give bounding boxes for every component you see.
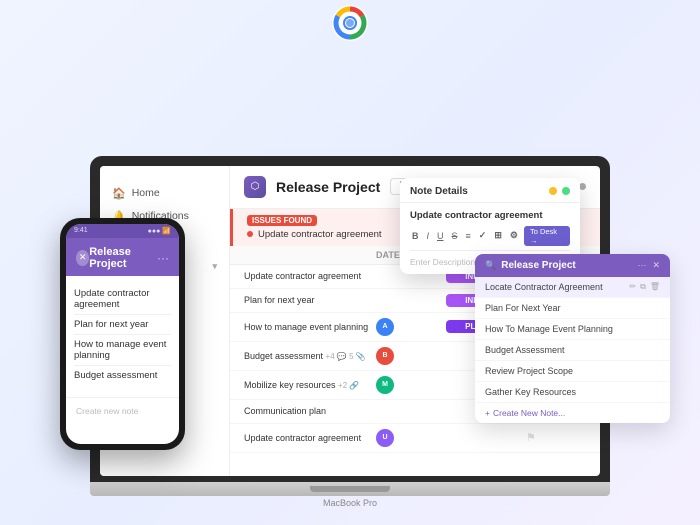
laptop-notch — [310, 486, 390, 492]
chevron-icon: ▾ — [212, 261, 217, 272]
phone-project-title: Release Project — [89, 246, 157, 270]
row-date: M — [376, 376, 446, 394]
note-toolbar: B I U S ≡ ✓ ⊞ ⚙ To Desk → — [410, 226, 570, 251]
col-task — [244, 250, 376, 260]
underline-btn[interactable]: U — [435, 230, 446, 242]
sidebar-home-label: Home — [132, 187, 160, 199]
note-popup-header: Note Details — [400, 178, 580, 203]
priority-flag: ⚑ — [526, 431, 586, 444]
search-close-btn[interactable]: ✕ — [652, 260, 660, 271]
strikethrough-btn[interactable]: S — [450, 230, 460, 242]
row-date: B — [376, 347, 446, 365]
result-text: Budget Assessment — [485, 345, 565, 355]
minimize-btn[interactable] — [549, 187, 557, 195]
phone-time: 9:41 — [74, 227, 88, 234]
create-new-note-btn[interactable]: + Create New Note... — [475, 403, 670, 423]
search-panel-controls: ··· ✕ — [637, 260, 660, 271]
list-btn[interactable]: ≡ — [464, 230, 473, 242]
note-popup-controls — [549, 187, 570, 195]
search-result-item[interactable]: Locate Contractor Agreement ✏ ⧉ 🗑 — [475, 277, 670, 298]
row-date: U — [376, 429, 446, 447]
check-btn[interactable]: ✓ — [477, 229, 489, 242]
row-task-name: Budget assessment +4 💬 5 📎 — [244, 351, 376, 361]
copy-icon[interactable]: ⧉ — [640, 282, 646, 292]
desk-badge[interactable]: To Desk → — [524, 226, 570, 246]
phone-close-btn[interactable]: ✕ — [76, 250, 89, 266]
project-icon: ⬡ — [244, 176, 266, 198]
issue-task-label: Update contractor agreement — [258, 229, 382, 240]
bold-btn[interactable]: B — [410, 230, 421, 242]
phone-task-item[interactable]: Budget assessment — [74, 366, 171, 385]
home-icon: 🏠 — [112, 187, 126, 200]
search-result-item[interactable]: Gather Key Resources — [475, 382, 670, 403]
table-row[interactable]: Update contractor agreement U ⚑ — [230, 424, 600, 453]
delete-icon[interactable]: 🗑 — [650, 282, 660, 292]
maximize-btn[interactable] — [562, 187, 570, 195]
grid-btn[interactable]: ⊞ — [492, 229, 504, 242]
phone-signal: ●●● 📶 — [148, 227, 171, 235]
phone-task-item[interactable]: How to manage event planning — [74, 335, 171, 366]
dot3 — [579, 183, 586, 190]
page-title: Release Project — [276, 179, 380, 195]
note-task-title: Update contractor agreement — [410, 210, 570, 221]
phone-create-note[interactable]: Create new note — [66, 397, 179, 424]
search-result-item[interactable]: Budget Assessment — [475, 340, 670, 361]
laptop-base — [90, 482, 610, 496]
plus-icon: + — [485, 408, 490, 418]
result-text: Gather Key Resources — [485, 387, 576, 397]
issue-dot — [247, 231, 253, 237]
search-result-item[interactable]: Plan For Next Year — [475, 298, 670, 319]
note-popup-title: Note Details — [410, 186, 468, 197]
phone-screen: 9:41 ●●● 📶 ✕ Release Project ··· Update … — [66, 224, 179, 444]
result-text: Plan For Next Year — [485, 303, 561, 313]
table-row[interactable]: Company website 📅 EXECUTION ⚑ — [230, 453, 600, 456]
phone-task-item[interactable]: Plan for next year — [74, 315, 171, 335]
chrome-icon — [332, 5, 368, 46]
create-note-label: Create new note — [76, 406, 138, 416]
row-task-name: Update contractor agreement — [244, 433, 376, 443]
edit-icon[interactable]: ✏ — [629, 282, 636, 292]
search-result-item[interactable]: How To Manage Event Planning — [475, 319, 670, 340]
search-panel-title: Release Project — [501, 260, 576, 271]
result-text: Review Project Scope — [485, 366, 573, 376]
sidebar-item-home[interactable]: 🏠 Home — [100, 182, 229, 205]
phone-more-btn[interactable]: ··· — [157, 251, 169, 265]
result-text: Locate Contractor Agreement — [485, 282, 603, 292]
main-scene: 🏠 Home 🔔 Notifications 🎯 Goals Spa — [20, 18, 680, 508]
row-date: A — [376, 318, 446, 336]
settings-btn[interactable]: ⚙ — [508, 229, 520, 242]
row-task-name: How to manage event planning — [244, 322, 376, 332]
result-actions: ✏ ⧉ 🗑 — [629, 282, 660, 292]
phone-task-list: Update contractor agreement Plan for nex… — [66, 276, 179, 393]
row-task-name: Plan for next year — [244, 295, 376, 305]
row-task-name: Communication plan — [244, 406, 376, 416]
row-task-name: Mobilize key resources +2 🔗 — [244, 380, 376, 390]
result-text: How To Manage Event Planning — [485, 324, 613, 334]
phone-header: ✕ Release Project ··· — [66, 238, 179, 276]
search-icon-header: 🔍 — [485, 260, 496, 271]
create-note-label: Create New Note... — [493, 408, 565, 418]
phone-task-item[interactable]: Update contractor agreement — [74, 284, 171, 315]
search-panel: 🔍 Release Project ··· ✕ Locate Contracto… — [475, 254, 670, 423]
search-panel-header: 🔍 Release Project ··· ✕ — [475, 254, 670, 277]
phone-mockup: 9:41 ●●● 📶 ✕ Release Project ··· Update … — [60, 218, 185, 450]
search-result-item[interactable]: Review Project Scope — [475, 361, 670, 382]
phone-status-bar: 9:41 ●●● 📶 — [66, 224, 179, 238]
row-task-name: Update contractor agreement — [244, 271, 376, 281]
issues-badge: ISSUES FOUND — [247, 215, 317, 226]
search-more-btn[interactable]: ··· — [637, 260, 646, 270]
italic-btn[interactable]: I — [425, 230, 432, 242]
macbook-label: MacBook Pro — [90, 498, 610, 508]
